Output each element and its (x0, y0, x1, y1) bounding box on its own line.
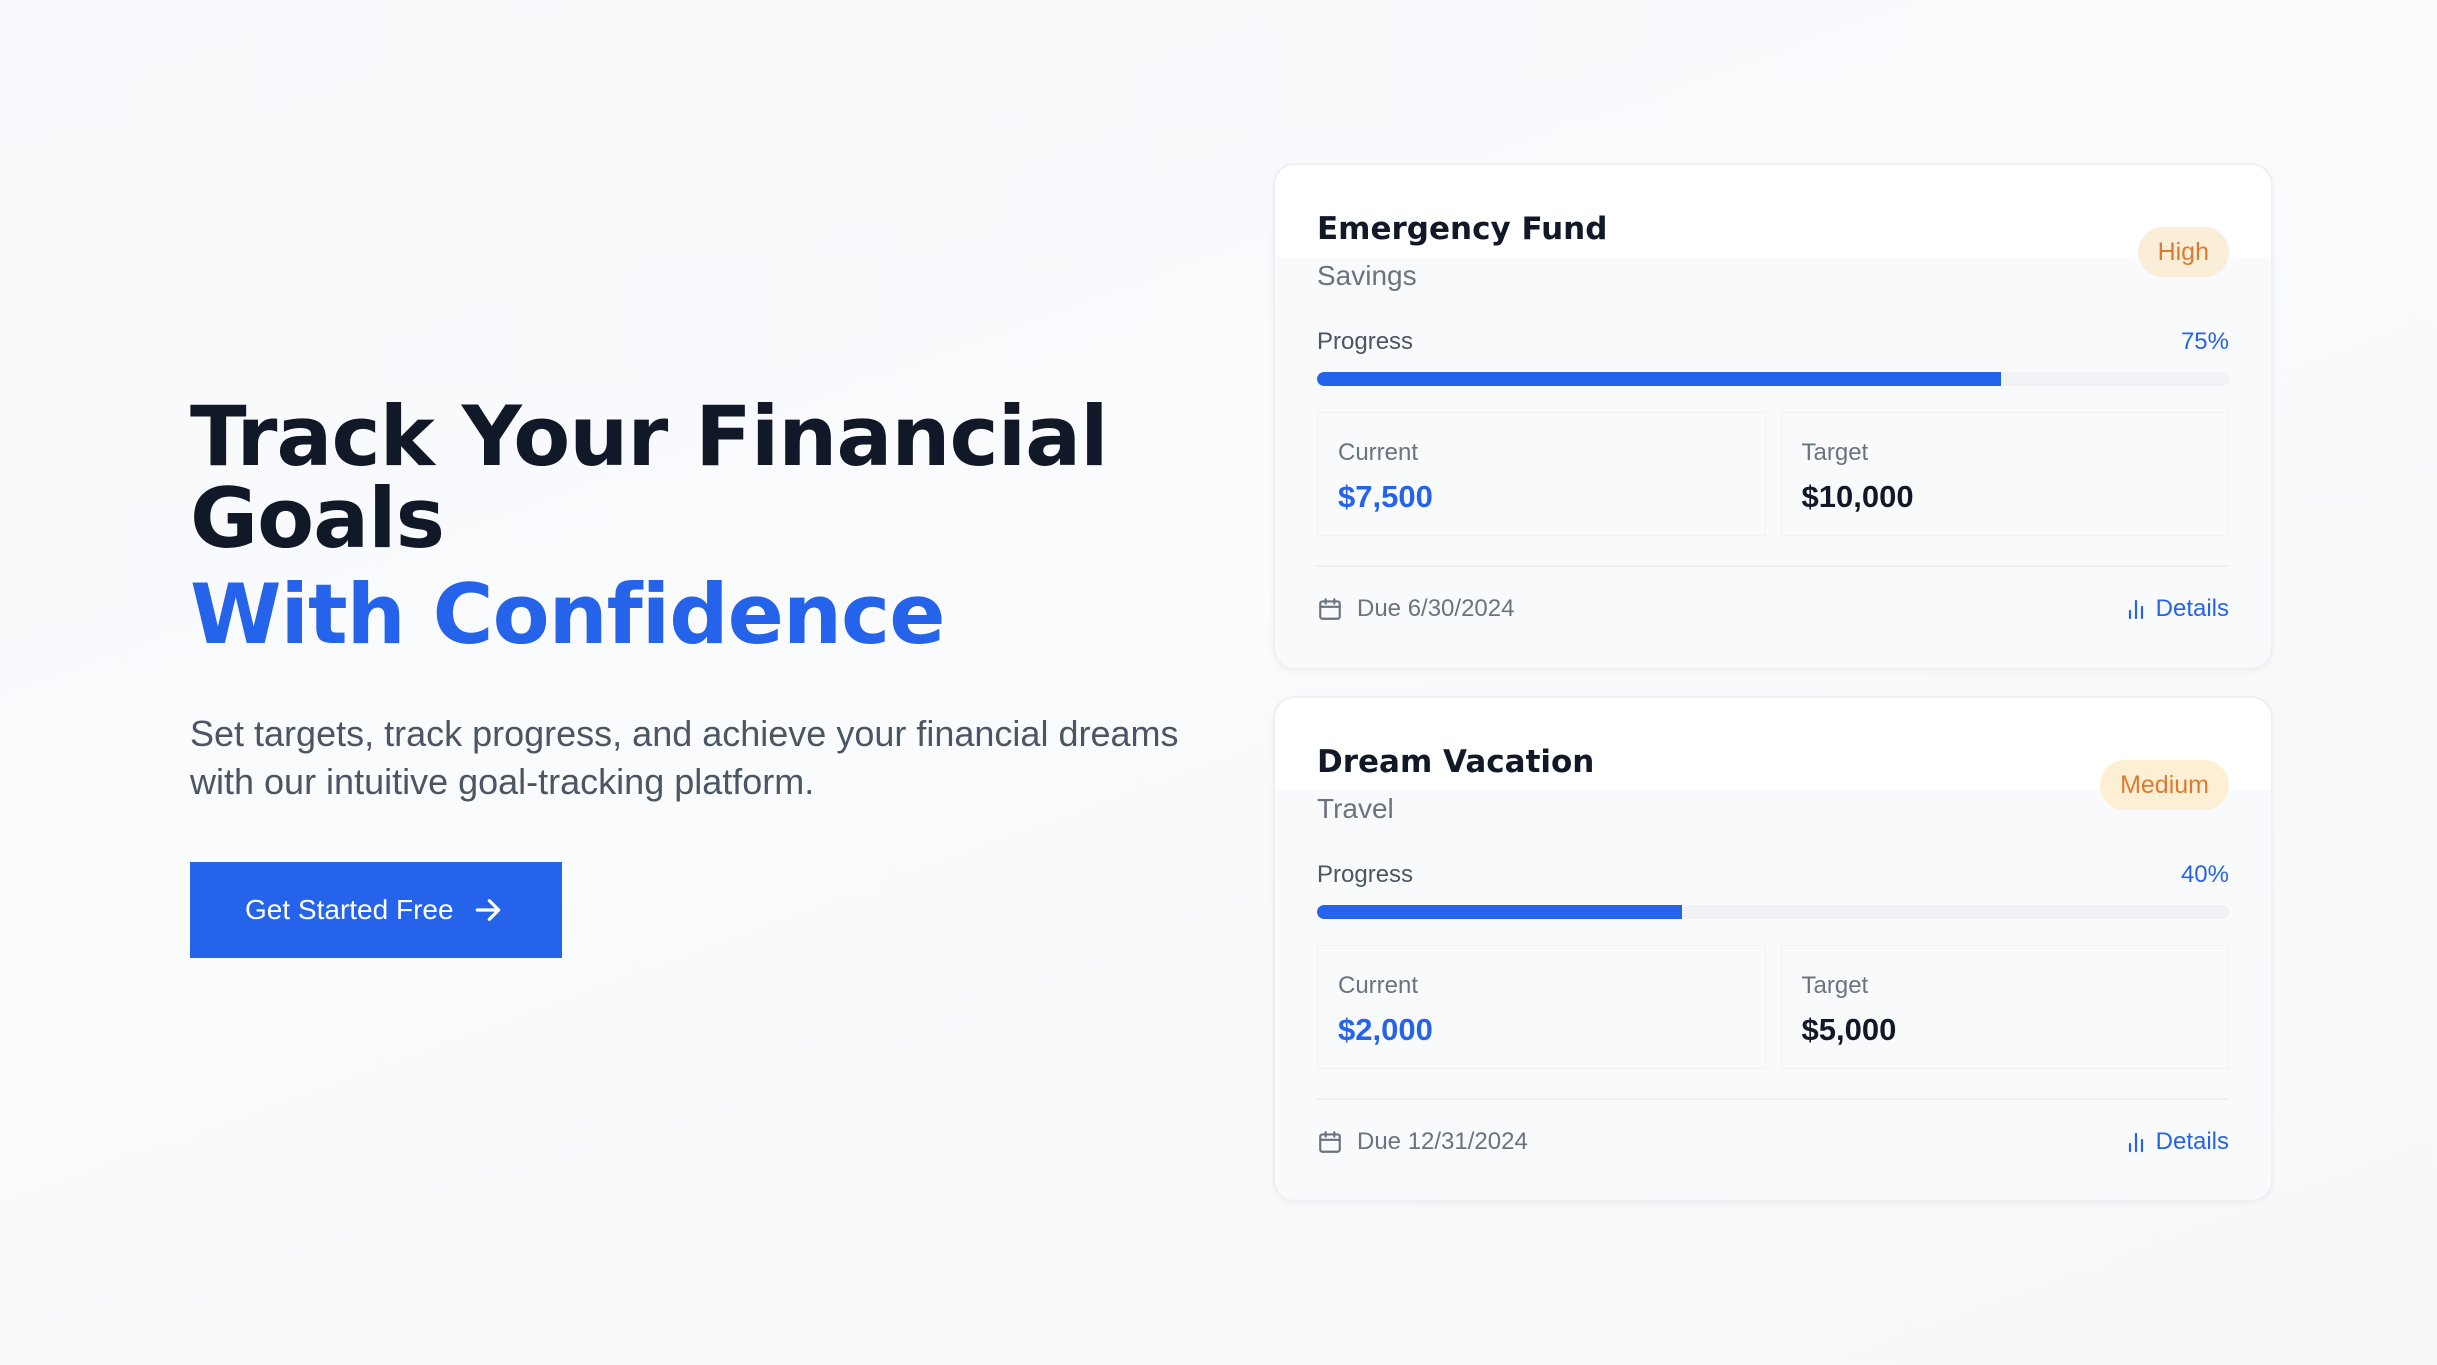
target-label: Target (1801, 439, 1869, 466)
progress-label: Progress (1317, 328, 1414, 355)
bar-chart-icon (2128, 1132, 2143, 1153)
due-date: Due 12/31/2024 (1317, 1128, 1528, 1156)
get-started-label: Get Started Free (245, 894, 454, 925)
progress-label: Progress (1317, 861, 1414, 888)
details-link[interactable]: Details (2126, 595, 2229, 623)
priority-badge: Medium (2100, 760, 2229, 810)
target-stat: Target $10,000 (1780, 412, 2229, 536)
goal-card: Emergency Fund Savings High Progress 75%… (1273, 163, 2273, 670)
current-label: Current (1338, 439, 1419, 466)
headline-accent: With Confidence (190, 566, 946, 663)
target-value: $10,000 (1801, 479, 1914, 514)
goal-stats: Current $7,500 Target $10,000 (1317, 412, 2229, 536)
details-link[interactable]: Details (2126, 1128, 2229, 1156)
goal-title: Dream Vacation (1317, 744, 1595, 780)
goal-footer: Due 12/31/2024 Details (1317, 1124, 2229, 1160)
goal-title: Emergency Fund (1317, 211, 1608, 247)
arrow-right-icon (475, 899, 500, 921)
divider (1317, 565, 2229, 567)
divider (1317, 1098, 2229, 1100)
calendar-icon (1319, 1131, 1341, 1153)
current-value: $7,500 (1338, 479, 1433, 514)
details-label: Details (2155, 595, 2229, 622)
goal-card: Dream Vacation Travel Medium Progress 40… (1273, 696, 2273, 1202)
progress-bar-fill (1317, 905, 1682, 919)
goal-category: Travel (1317, 793, 1394, 824)
goal-category: Savings (1317, 260, 1417, 291)
current-label: Current (1338, 972, 1419, 999)
target-stat: Target $5,000 (1780, 945, 2229, 1069)
progress-bar (1317, 905, 2229, 919)
hero-section: Track Your Financial Goals With Confiden… (190, 395, 1190, 958)
due-date-text: Due 12/31/2024 (1357, 1128, 1528, 1155)
progress-bar (1317, 372, 2229, 386)
due-date: Due 6/30/2024 (1317, 595, 1514, 623)
bar-chart-icon (2128, 599, 2143, 620)
target-value: $5,000 (1801, 1012, 1897, 1047)
calendar-icon (1319, 598, 1341, 620)
get-started-button[interactable]: Get Started Free (190, 862, 562, 958)
hero-headline: Track Your Financial Goals With Confiden… (190, 395, 1190, 663)
current-value: $2,000 (1338, 1012, 1433, 1047)
details-label: Details (2155, 1128, 2229, 1155)
current-stat: Current $2,000 (1317, 945, 1766, 1069)
hero-subtitle: Set targets, track progress, and achieve… (190, 713, 1179, 802)
goal-stats: Current $2,000 Target $5,000 (1317, 945, 2229, 1069)
target-label: Target (1801, 972, 1869, 999)
current-stat: Current $7,500 (1317, 412, 1766, 536)
priority-badge: High (2137, 227, 2229, 277)
due-date-text: Due 6/30/2024 (1357, 595, 1515, 622)
progress-bar-fill (1317, 372, 2001, 386)
headline-main: Track Your Financial Goals (190, 388, 1109, 567)
progress-percent: 75% (2180, 328, 2229, 355)
progress-percent: 40% (2180, 861, 2229, 888)
goal-footer: Due 6/30/2024 Details (1317, 591, 2229, 627)
